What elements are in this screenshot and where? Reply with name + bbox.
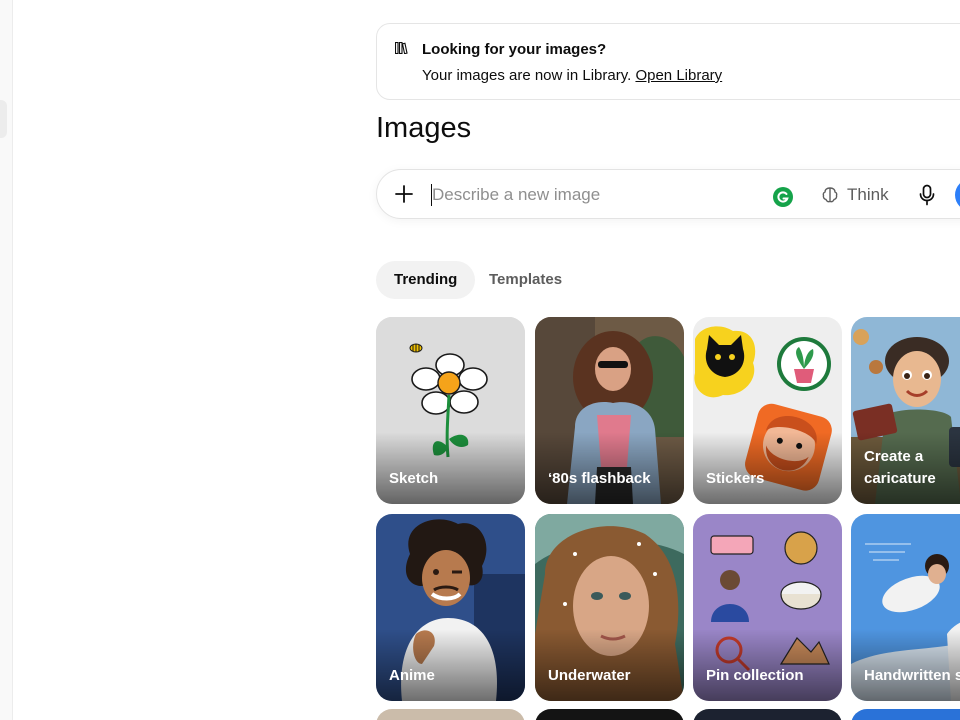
card-label: Stickers [706, 470, 765, 487]
style-card-80s-flashback[interactable]: ‘80s flashback [535, 317, 684, 504]
style-card-caricature[interactable]: Create a caricature [851, 317, 960, 504]
grammarly-glyph [777, 191, 789, 203]
style-card-peek[interactable] [376, 709, 525, 720]
card-label: Handwritten s [864, 667, 960, 684]
style-card-anime[interactable]: Anime [376, 514, 525, 701]
card-label: Pin collection [706, 667, 804, 684]
grammarly-icon[interactable] [773, 187, 793, 207]
notice-body: Your images are now in Library. Open Lib… [422, 67, 722, 84]
notice-text: Your images are now in Library. [422, 67, 632, 84]
style-card-sketch[interactable]: Sketch [376, 317, 525, 504]
send-button[interactable] [955, 179, 960, 211]
sidebar-toggle-handle[interactable] [0, 100, 7, 138]
style-card-peek[interactable] [535, 709, 684, 720]
tab-templates[interactable]: Templates [471, 261, 580, 299]
card-label: Anime [389, 667, 435, 684]
style-card-peek[interactable] [851, 709, 960, 720]
brain-icon [822, 187, 838, 203]
image-prompt-composer: Think [376, 169, 960, 219]
microphone-icon[interactable] [917, 184, 937, 206]
tab-trending[interactable]: Trending [376, 261, 476, 299]
style-card-underwater[interactable]: Underwater [535, 514, 684, 701]
card-label: Underwater [548, 667, 631, 684]
style-card-stickers[interactable]: Stickers [693, 317, 842, 504]
page-title: Images [376, 112, 472, 144]
notice-title: Looking for your images? [422, 41, 607, 58]
card-label: Sketch [389, 470, 439, 487]
library-notice: Looking for your images? Your images are… [376, 23, 960, 100]
think-label: Think [847, 185, 889, 204]
describe-image-input[interactable] [432, 182, 752, 208]
style-card-peek[interactable] [693, 709, 842, 720]
open-library-link[interactable]: Open Library [635, 67, 722, 84]
library-icon [395, 42, 408, 54]
card-label: Create a caricature [864, 448, 936, 487]
card-label: ‘80s flashback [548, 470, 651, 487]
plus-icon[interactable] [393, 183, 415, 205]
style-card-pin-collection[interactable]: Pin collection [693, 514, 842, 701]
style-card-handwritten[interactable]: Handwritten s [851, 514, 960, 701]
